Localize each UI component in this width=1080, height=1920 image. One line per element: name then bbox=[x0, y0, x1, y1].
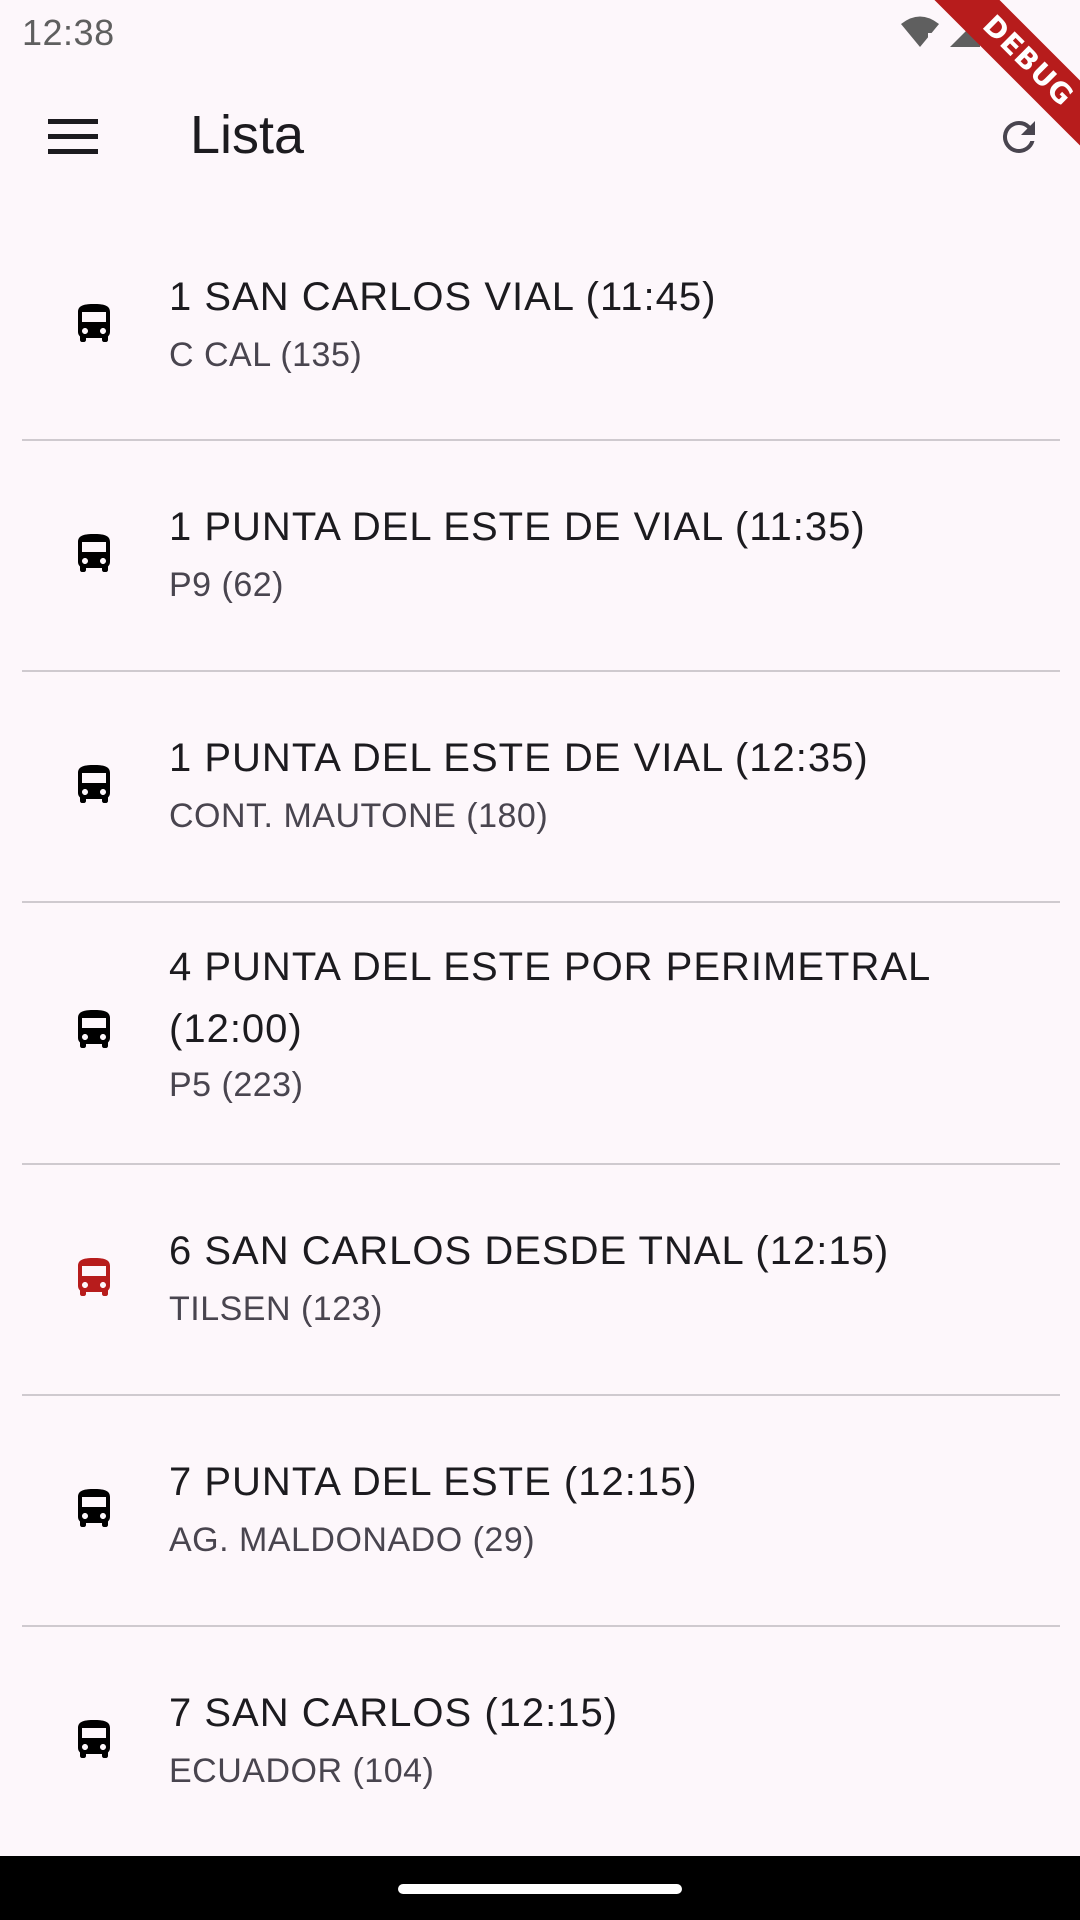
item-title: 1 PUNTA DEL ESTE DE VIAL (11:35) bbox=[169, 505, 866, 549]
item-subtitle: CONT. MAUTONE (180) bbox=[169, 797, 549, 835]
divider bbox=[22, 1163, 1060, 1165]
page-title: Lista bbox=[190, 105, 305, 165]
bus-icon bbox=[78, 304, 110, 342]
navigation-bar bbox=[0, 1856, 1080, 1920]
item-title: 6 SAN CARLOS DESDE TNAL (12:15) bbox=[169, 1229, 890, 1273]
item-subtitle: AG. MALDONADO (29) bbox=[169, 1521, 536, 1559]
bus-icon bbox=[78, 534, 110, 572]
divider bbox=[22, 1625, 1060, 1627]
bus-icon bbox=[78, 1010, 110, 1048]
battery-icon bbox=[991, 14, 1009, 50]
bus-icon-shape bbox=[78, 534, 110, 572]
bus-icon-shape bbox=[78, 1258, 110, 1296]
refresh-icon bbox=[1002, 120, 1035, 153]
bus-icon-shape bbox=[78, 1489, 110, 1527]
bus-icon bbox=[78, 1258, 110, 1296]
item-title: 4 PUNTA DEL ESTE POR PERIMETRAL (12:00) bbox=[169, 945, 930, 1051]
bus-icon-shape bbox=[78, 765, 110, 803]
departures-list: 1 SAN CARLOS VIAL (11:45) C CAL (135) 1 … bbox=[0, 218, 1080, 1865]
item-subtitle: C CAL (135) bbox=[169, 336, 363, 374]
app-bar: Lista bbox=[0, 66, 1080, 206]
bus-icon bbox=[78, 1720, 110, 1758]
bus-icon-shape bbox=[78, 1010, 110, 1048]
bus-icon bbox=[78, 765, 110, 803]
item-title: 1 PUNTA DEL ESTE DE VIAL (12:35) bbox=[169, 736, 869, 780]
item-title: 7 SAN CARLOS (12:15) bbox=[169, 1691, 619, 1735]
menu-button[interactable] bbox=[38, 102, 108, 172]
screen: 12:38 DEBUG Lista 1 SAN CARLOS VIAL (11:… bbox=[0, 0, 1080, 1920]
divider bbox=[22, 1394, 1060, 1396]
item-subtitle: TILSEN (123) bbox=[169, 1290, 383, 1328]
signal-icon bbox=[950, 17, 980, 47]
status-icons bbox=[900, 14, 1010, 50]
list-item[interactable]: 1 PUNTA DEL ESTE DE VIAL (11:35) P9 (62) bbox=[0, 448, 1080, 679]
list-item[interactable]: 4 PUNTA DEL ESTE POR PERIMETRAL (12:00) … bbox=[0, 910, 1080, 1172]
status-time: 12:38 bbox=[22, 12, 115, 53]
item-subtitle: P5 (223) bbox=[169, 1066, 304, 1104]
item-subtitle: P9 (62) bbox=[169, 566, 284, 604]
item-subtitle: ECUADOR (104) bbox=[169, 1752, 435, 1790]
wifi-icon bbox=[901, 16, 939, 49]
item-title: 1 SAN CARLOS VIAL (11:45) bbox=[169, 275, 717, 319]
divider bbox=[22, 439, 1060, 441]
list-item[interactable]: 1 SAN CARLOS VIAL (11:45) C CAL (135) bbox=[0, 218, 1080, 448]
menu-icon bbox=[48, 119, 98, 154]
refresh-button[interactable] bbox=[984, 102, 1054, 172]
bus-icon-shape bbox=[78, 1720, 110, 1758]
divider bbox=[22, 670, 1060, 672]
list-item[interactable]: 7 SAN CARLOS (12:15) ECUADOR (104) bbox=[0, 1634, 1080, 1865]
item-title: 7 PUNTA DEL ESTE (12:15) bbox=[169, 1460, 698, 1504]
list-item[interactable]: 1 PUNTA DEL ESTE DE VIAL (12:35) CONT. M… bbox=[0, 679, 1080, 910]
bus-icon bbox=[78, 1489, 110, 1527]
home-gesture-handle[interactable] bbox=[398, 1884, 682, 1894]
divider bbox=[22, 901, 1060, 903]
status-bar: 12:38 bbox=[0, 0, 1080, 66]
list-item[interactable]: 6 SAN CARLOS DESDE TNAL (12:15) TILSEN (… bbox=[0, 1172, 1080, 1403]
list-item[interactable]: 7 PUNTA DEL ESTE (12:15) AG. MALDONADO (… bbox=[0, 1403, 1080, 1634]
bus-icon-shape bbox=[78, 304, 110, 342]
